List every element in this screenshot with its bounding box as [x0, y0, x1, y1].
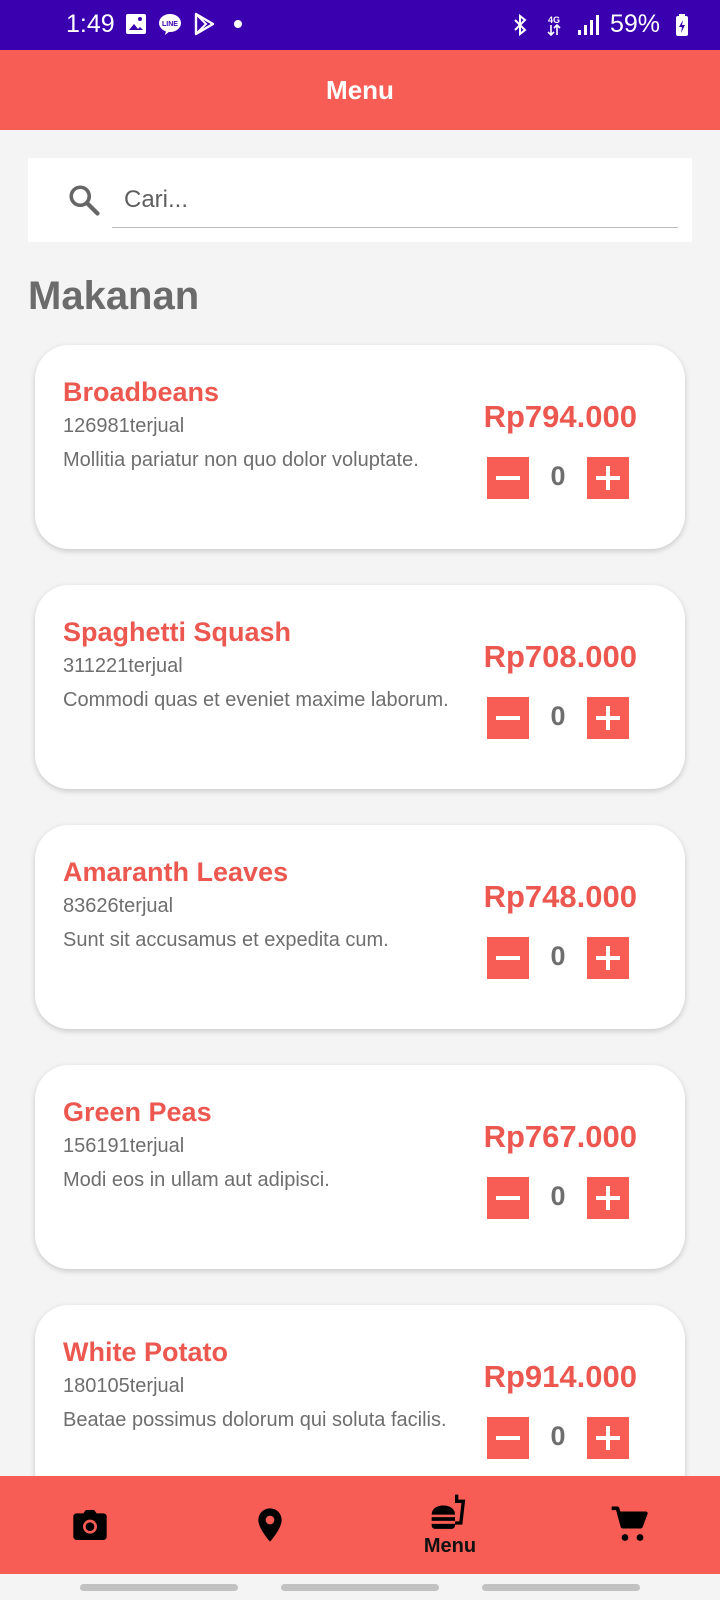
item-description: Commodi quas et eveniet maxime laborum. [63, 689, 449, 711]
search-icon [69, 185, 100, 216]
status-bar: 1:49 LINE 4G 59% [0, 0, 720, 50]
quantity-stepper: 0 [487, 1177, 629, 1219]
signal-icon [577, 14, 599, 35]
quantity-stepper: 0 [487, 1417, 629, 1459]
item-price: Rp767.000 [483, 1119, 637, 1154]
app-bar: Menu [0, 50, 720, 130]
cart-icon [611, 1506, 648, 1541]
line-app-icon: LINE [159, 14, 181, 35]
menu-item-card[interactable]: Broadbeans 126981terjual Mollitia pariat… [35, 345, 685, 549]
gesture-handle[interactable] [80, 1584, 238, 1591]
item-description: Beatae possimus dolorum qui soluta facil… [63, 1409, 447, 1431]
item-sold-count: 156191terjual [63, 1135, 185, 1157]
quantity-value: 0 [550, 461, 566, 491]
item-description: Sunt sit accusamus et expedita cum. [63, 929, 389, 951]
item-price: Rp794.000 [483, 399, 637, 434]
plus-icon [596, 466, 620, 490]
decrease-button[interactable] [487, 697, 529, 739]
bluetooth-icon [514, 13, 527, 36]
plus-icon [596, 706, 620, 730]
location-pin-icon [258, 1508, 282, 1542]
page-title: Menu [326, 74, 394, 105]
item-name: Green Peas [63, 1097, 212, 1127]
item-description: Mollitia pariatur non quo dolor voluptat… [63, 449, 419, 471]
search-input[interactable] [112, 172, 678, 228]
network-4g-icon: 4G [547, 15, 561, 36]
increase-button[interactable] [587, 1177, 629, 1219]
quantity-value: 0 [550, 1421, 566, 1451]
plus-icon [596, 1426, 620, 1450]
notification-icons: LINE [124, 12, 250, 36]
fastfood-icon [431, 1494, 466, 1529]
nav-item-menu[interactable]: Menu [360, 1476, 540, 1574]
quantity-stepper: 0 [487, 457, 629, 499]
item-price: Rp748.000 [483, 879, 637, 914]
gesture-bar [0, 1574, 720, 1600]
section-title: Makanan [28, 274, 200, 318]
menu-item-card[interactable]: Green Peas 156191terjual Modi eos in ull… [35, 1065, 685, 1269]
quantity-stepper: 0 [487, 937, 629, 979]
item-sold-count: 126981terjual [63, 415, 185, 437]
item-price: Rp914.000 [483, 1359, 637, 1394]
svg-text:4G: 4G [548, 15, 560, 25]
gesture-handle[interactable] [482, 1584, 640, 1591]
nav-item-cart[interactable] [540, 1476, 720, 1574]
minus-icon [496, 956, 520, 960]
item-description: Modi eos in ullam aut adipisci. [63, 1169, 330, 1191]
system-icons: 4G 59% [508, 10, 694, 39]
battery-charging-icon [676, 13, 688, 36]
item-name: Spaghetti Squash [63, 617, 292, 647]
play-store-icon [194, 12, 215, 36]
item-name: White Potato [63, 1337, 228, 1367]
status-time: 1:49 [66, 10, 115, 38]
dot-icon [234, 20, 242, 28]
svg-text:LINE: LINE [162, 21, 178, 28]
quantity-value: 0 [550, 941, 566, 971]
decrease-button[interactable] [487, 1417, 529, 1459]
item-sold-count: 311221terjual [63, 655, 183, 677]
increase-button[interactable] [587, 1417, 629, 1459]
increase-button[interactable] [587, 937, 629, 979]
bottom-nav: Menu [0, 1476, 720, 1574]
search-box [28, 158, 692, 242]
decrease-button[interactable] [487, 457, 529, 499]
gesture-handle[interactable] [281, 1584, 439, 1591]
minus-icon [496, 716, 520, 720]
menu-item-card[interactable]: Amaranth Leaves 83626terjual Sunt sit ac… [35, 825, 685, 1029]
increase-button[interactable] [587, 457, 629, 499]
nav-label-menu: Menu [423, 1534, 477, 1557]
menu-item-card[interactable]: Spaghetti Squash 311221terjual Commodi q… [35, 585, 685, 789]
item-sold-count: 180105terjual [63, 1375, 185, 1397]
camera-icon [73, 1510, 107, 1540]
decrease-button[interactable] [487, 1177, 529, 1219]
quantity-value: 0 [550, 1181, 566, 1211]
decrease-button[interactable] [487, 937, 529, 979]
menu-list: Broadbeans 126981terjual Mollitia pariat… [35, 345, 685, 1545]
battery-percent: 59% [609, 10, 660, 38]
quantity-stepper: 0 [487, 697, 629, 739]
item-sold-count: 83626terjual [63, 895, 174, 917]
quantity-value: 0 [550, 701, 566, 731]
item-price: Rp708.000 [483, 639, 637, 674]
item-name: Amaranth Leaves [63, 857, 289, 887]
plus-icon [596, 1186, 620, 1210]
minus-icon [496, 476, 520, 480]
minus-icon [496, 1436, 520, 1440]
minus-icon [496, 1196, 520, 1200]
gallery-icon [126, 14, 146, 34]
item-name: Broadbeans [63, 377, 220, 407]
nav-item-camera[interactable] [0, 1476, 180, 1574]
plus-icon [596, 946, 620, 970]
increase-button[interactable] [587, 697, 629, 739]
nav-item-location[interactable] [180, 1476, 360, 1574]
